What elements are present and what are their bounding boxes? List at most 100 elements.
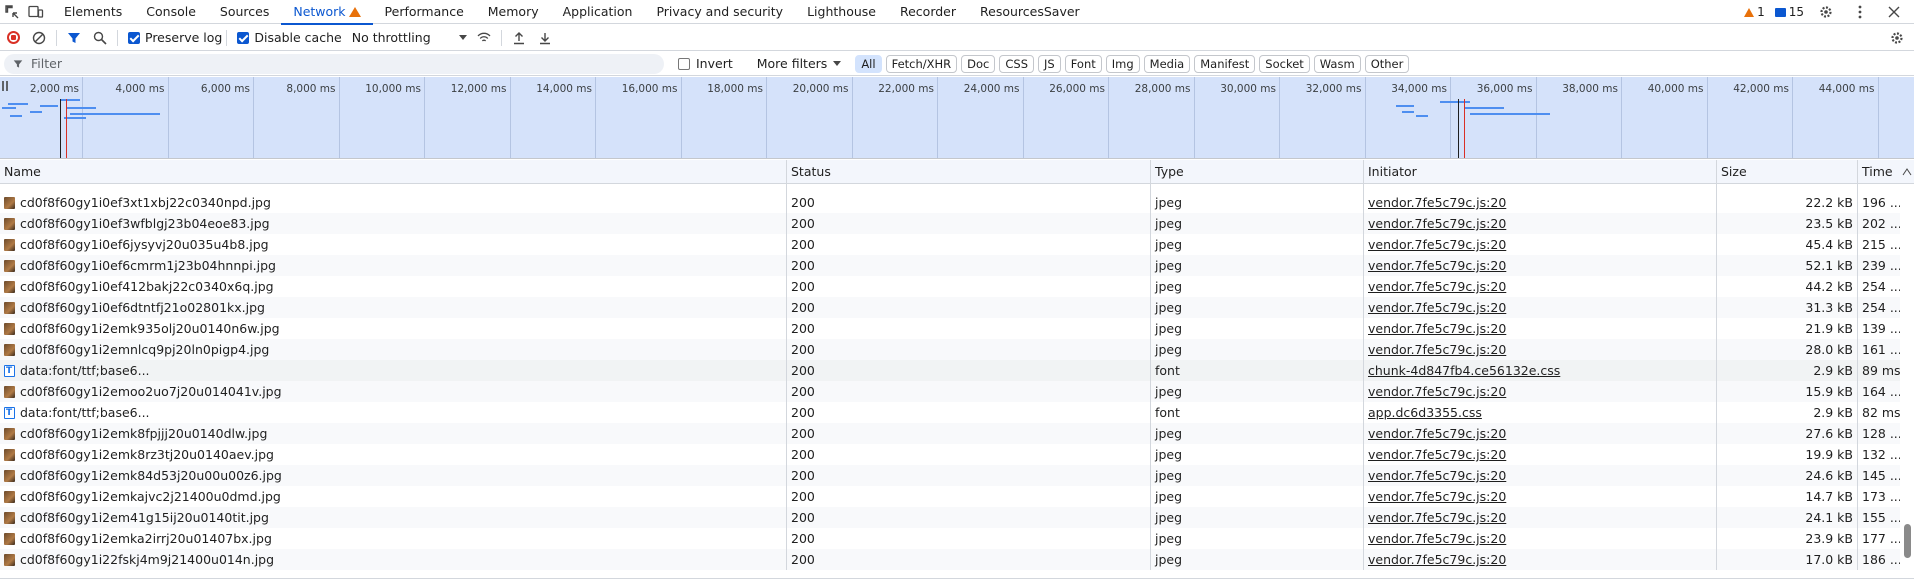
initiator-link[interactable]: vendor.7fe5c79c.js:20	[1368, 300, 1506, 315]
status-cell: 200	[787, 318, 1151, 339]
filter-chip-doc[interactable]: Doc	[961, 54, 996, 73]
initiator-link[interactable]: vendor.7fe5c79c.js:20	[1368, 531, 1506, 546]
settings-gear-icon[interactable]	[1814, 0, 1838, 24]
initiator-cell: vendor.7fe5c79c.js:20	[1364, 234, 1717, 255]
table-row[interactable]: cd0f8f60gy1i2emk8fpjjj20u0140dlw.jpg 200 j…	[0, 423, 1900, 444]
table-row[interactable]: data:font/ttf;base6... 200font app.dc6d335…	[0, 402, 1900, 423]
table-scrollbar[interactable]	[1900, 184, 1914, 584]
overview-handle-icon[interactable]	[2, 81, 8, 91]
table-row[interactable]: cd0f8f60gy1i2em41g15ij20u0140tit.jpg 200 j…	[0, 507, 1900, 528]
filter-chip-all[interactable]: All	[855, 54, 882, 73]
table-row[interactable]: cd0f8f60gy1i2emnlcq9pj20ln0pigp4.jpg 200 j…	[0, 339, 1900, 360]
table-row[interactable]: data:font/ttf;base6... 200font chunk-4d847…	[0, 360, 1900, 381]
device-toolbar-icon[interactable]	[24, 0, 48, 24]
tab-memory[interactable]: Memory	[476, 0, 551, 24]
table-row[interactable]: cd0f8f60gy1i22fskj4m9j21400u014n.jpg 200 j…	[0, 549, 1900, 570]
table-row[interactable]: cd0f8f60gy1i0ef412bakj22c0340x6q.jpg 200 j…	[0, 276, 1900, 297]
table-row[interactable]: cd0f8f60gy1i2emk8rz3tj20u0140aev.jpg 200 j…	[0, 444, 1900, 465]
filter-chip-css[interactable]: CSS	[999, 54, 1035, 73]
initiator-link[interactable]: vendor.7fe5c79c.js:20	[1368, 237, 1506, 252]
invert-checkbox[interactable]: Invert	[678, 56, 733, 71]
initiator-link[interactable]: vendor.7fe5c79c.js:20	[1368, 552, 1506, 567]
filter-chip-manifest[interactable]: Manifest	[1194, 54, 1256, 73]
more-options-icon[interactable]	[1848, 0, 1872, 24]
search-button[interactable]	[87, 25, 113, 51]
tab-application[interactable]: Application	[551, 0, 645, 24]
initiator-link[interactable]: vendor.7fe5c79c.js:20	[1368, 468, 1506, 483]
table-row[interactable]: cd0f8f60gy1i0ef3xt1xbj22c0340npd.jpg 200 j…	[0, 192, 1900, 213]
table-row[interactable]: cd0f8f60gy1i2emk84d53j20u00u00z6.jpg 200 j…	[0, 465, 1900, 486]
initiator-link[interactable]: vendor.7fe5c79c.js:20	[1368, 321, 1506, 336]
clear-button[interactable]	[26, 25, 52, 51]
table-row[interactable]: cd0f8f60gy1i2emkajvc2j21400u0dmd.jpg 200 j…	[0, 486, 1900, 507]
throttling-select[interactable]: No throttling	[352, 30, 467, 45]
initiator-link[interactable]: chunk-4d847fb4.ce56132e.css	[1368, 363, 1560, 378]
table-row-partial[interactable]	[0, 184, 1900, 192]
tab-sources[interactable]: Sources	[208, 0, 281, 24]
filter-chip-other[interactable]: Other	[1364, 54, 1410, 73]
column-status[interactable]: Status	[787, 160, 1151, 184]
initiator-link[interactable]: vendor.7fe5c79c.js:20	[1368, 384, 1506, 399]
status-bar	[0, 578, 1914, 584]
preserve-log-checkbox[interactable]: Preserve log	[128, 30, 222, 45]
tab-network[interactable]: Network	[281, 0, 373, 25]
import-har-button[interactable]	[506, 25, 532, 51]
export-har-button[interactable]	[532, 25, 558, 51]
inspect-element-icon[interactable]	[0, 0, 24, 24]
table-row[interactable]: cd0f8f60gy1i2emoo2uo7j20u014041v.jpg 200 j…	[0, 381, 1900, 402]
filter-chip-font[interactable]: Font	[1064, 54, 1102, 73]
overview-gridline	[595, 77, 596, 158]
tab-recorder[interactable]: Recorder	[888, 0, 968, 24]
scrollbar-thumb[interactable]	[1904, 524, 1911, 558]
close-icon[interactable]	[1882, 0, 1906, 24]
size-cell: 28.0 kB	[1717, 339, 1858, 360]
column-type[interactable]: Type	[1151, 160, 1364, 184]
time-cell: 254 ...	[1862, 300, 1900, 315]
filter-chip-img[interactable]: Img	[1105, 54, 1140, 73]
disable-cache-checkbox[interactable]: Disable cache	[237, 30, 342, 45]
filter-input[interactable]: Filter	[4, 53, 664, 74]
filter-chip-wasm[interactable]: Wasm	[1313, 54, 1361, 73]
initiator-link[interactable]: vendor.7fe5c79c.js:20	[1368, 447, 1506, 462]
initiator-link[interactable]: vendor.7fe5c79c.js:20	[1368, 279, 1506, 294]
tab-elements[interactable]: Elements	[52, 0, 134, 24]
initiator-link[interactable]: vendor.7fe5c79c.js:20	[1368, 510, 1506, 525]
more-filters-dropdown[interactable]: More filters	[757, 56, 842, 71]
filter-chip-media[interactable]: Media	[1143, 54, 1191, 73]
table-row[interactable]: cd0f8f60gy1i0ef6dtntfj21o02801kx.jpg 200 j…	[0, 297, 1900, 318]
tab-resourcessaver[interactable]: ResourcesSaver	[968, 0, 1092, 24]
filter-chip-fetchxhr[interactable]: Fetch/XHR	[885, 54, 958, 73]
messages-badge[interactable]: 15	[1774, 5, 1804, 19]
network-conditions-button[interactable]	[471, 25, 497, 51]
column-initiator[interactable]: Initiator	[1364, 160, 1717, 184]
column-size[interactable]: Size	[1717, 160, 1858, 184]
initiator-link[interactable]: vendor.7fe5c79c.js:20	[1368, 342, 1506, 357]
overview-gridline	[766, 77, 767, 158]
network-overview-timeline[interactable]: 2,000 ms 4,000 ms 6,000 ms 8,000 ms 10,000 m…	[0, 77, 1914, 159]
column-name[interactable]: Name	[0, 160, 787, 184]
warnings-badge[interactable]: 1	[1744, 5, 1765, 19]
tab-privacy-and-security[interactable]: Privacy and security	[644, 0, 795, 24]
tab-console[interactable]: Console	[134, 0, 208, 24]
table-row[interactable]: cd0f8f60gy1i2emk935olj20u0140n6w.jpg 200 j…	[0, 318, 1900, 339]
column-time[interactable]: Time	[1858, 160, 1900, 184]
tab-lighthouse[interactable]: Lighthouse	[795, 0, 888, 24]
filter-chip-js[interactable]: JS	[1038, 54, 1061, 73]
initiator-link[interactable]: app.dc6d3355.css	[1368, 405, 1482, 420]
table-row[interactable]: cd0f8f60gy1i2emka2irrj20u01407bx.jpg 200 j…	[0, 528, 1900, 549]
status-cell: 200	[787, 465, 1151, 486]
table-row[interactable]: cd0f8f60gy1i0ef6jysyvj20u035u4b8.jpg 200 j…	[0, 234, 1900, 255]
initiator-link[interactable]: vendor.7fe5c79c.js:20	[1368, 216, 1506, 231]
initiator-link[interactable]: vendor.7fe5c79c.js:20	[1368, 426, 1506, 441]
table-row[interactable]: cd0f8f60gy1i0ef6cmrm1j23b04hnnpi.jpg 200 j…	[0, 255, 1900, 276]
network-settings-button[interactable]	[1884, 25, 1910, 51]
initiator-link[interactable]: vendor.7fe5c79c.js:20	[1368, 258, 1506, 273]
initiator-link[interactable]: vendor.7fe5c79c.js:20	[1368, 195, 1506, 210]
initiator-link[interactable]: vendor.7fe5c79c.js:20	[1368, 489, 1506, 504]
filter-toggle-button[interactable]	[61, 25, 87, 51]
record-button[interactable]	[0, 25, 26, 51]
filter-chip-socket[interactable]: Socket	[1259, 54, 1310, 73]
table-row[interactable]: cd0f8f60gy1i0ef3wfblgj23b04eoe83.jpg 200 j…	[0, 213, 1900, 234]
tab-performance[interactable]: Performance	[373, 0, 476, 24]
overview-request-bar	[1396, 105, 1414, 107]
